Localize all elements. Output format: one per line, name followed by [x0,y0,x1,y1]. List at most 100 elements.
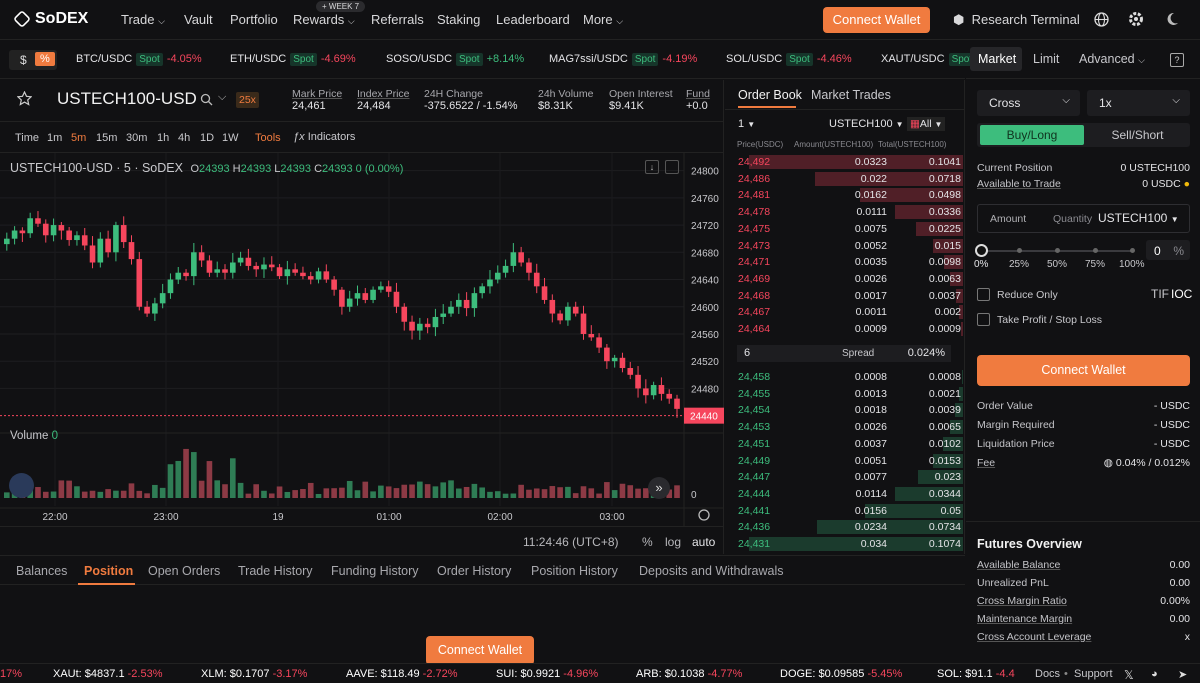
help-icon[interactable]: ? [1170,53,1184,67]
orderbook-row[interactable]: 24,453 0.0026 0.0065 [737,419,963,435]
price-chart[interactable]: 24800 24760 24720 24680 24640 24600 24560 24520… [0,153,724,554]
orderbook-row[interactable]: 24,447 0.0077 0.023 [737,469,963,485]
tab-limit-order[interactable]: Limit [1033,52,1059,66]
ticker-item[interactable]: MAG7ssi/USDC Spot -4.19% [549,53,697,66]
ticker-item[interactable]: XAUT/USDC Spot [881,53,979,66]
search-icon[interactable] [200,93,213,106]
percent-toggle[interactable]: % [35,52,55,66]
interval-1d[interactable]: 1D [200,132,214,144]
nav-more[interactable]: More ⌵ [583,12,623,27]
dollar-toggle[interactable]: $ [20,53,27,67]
bottom-ticker-item[interactable]: XAUt: $4837.1 -2.53% [53,668,162,680]
connect-wallet-button[interactable]: Connect Wallet [823,7,930,33]
discord-icon[interactable]: ◕ [1151,668,1158,680]
percent-scale-toggle[interactable]: % [642,535,653,549]
bottom-ticker-item[interactable]: ARB: $0.1038 -4.77% [636,668,742,680]
nav-portfolio[interactable]: Portfolio [230,12,278,27]
orderbook-row[interactable]: 24,473 0.0052 0.015 [737,238,963,254]
orderbook-row[interactable]: 24,458 0.0008 0.0008 [737,369,963,385]
interval-15m[interactable]: 15m [96,132,117,144]
nav-leaderboard[interactable]: Leaderboard [496,12,570,27]
ticker-item[interactable]: SOSO/USDC Spot +8.14% [386,53,524,66]
orderbook-row[interactable]: 24,486 0.022 0.0718 [737,171,963,187]
arrow-down-icon[interactable]: ↓ [645,160,659,174]
sell-short-button[interactable]: Sell/Short [1087,125,1188,145]
scroll-right-icon[interactable]: » [648,477,670,499]
mark-25[interactable]: 25% [1009,259,1029,270]
orderbook-row[interactable]: 24,436 0.0234 0.0734 [737,519,963,535]
x-twitter-icon[interactable]: 𝕏 [1124,668,1134,682]
trade-connect-wallet-button[interactable]: Connect Wallet [977,355,1190,386]
ticker-item[interactable]: ETH/USDC Spot -4.69% [230,53,356,66]
orderbook-row[interactable]: 24,475 0.0075 0.0225 [737,221,963,237]
mark-50[interactable]: 50% [1047,259,1067,270]
percent-input[interactable]: 0% [1146,240,1190,260]
sodex-logo[interactable]: SoDEX [12,9,88,29]
orderbook-row[interactable]: 24,444 0.0114 0.0344 [737,486,963,502]
research-terminal-link[interactable]: ⬢ Research Terminal [953,12,1080,28]
nav-staking[interactable]: Staking [437,12,480,27]
tpsl-checkbox[interactable] [977,313,990,326]
log-scale-toggle[interactable]: log [665,535,681,549]
bottom-ticker-item[interactable]: AAVE: $118.49 -2.72% [346,668,458,680]
orderbook-row[interactable]: 24,441 0.0156 0.05 [737,503,963,519]
bottom-ticker-item[interactable]: SOL: $91.1 -4.4 [937,668,1015,680]
tab-market-order[interactable]: Market [978,52,1016,66]
interval-4h[interactable]: 4h [178,132,190,144]
nav-referrals[interactable]: Referrals [371,12,424,27]
slider-handle[interactable] [975,244,988,257]
orderbook-row[interactable]: 24,464 0.0009 0.0009 [737,321,963,337]
interval-1h[interactable]: 1h [157,132,169,144]
positions-connect-wallet-button[interactable]: Connect Wallet [426,636,534,665]
ticker-item[interactable]: SOL/USDC Spot -4.46% [726,53,852,66]
bottom-ticker-item[interactable]: SUI: $0.9921 -4.96% [496,668,598,680]
interval-1m[interactable]: 1m [47,132,62,144]
filter-all-select[interactable]: ▦All ▼ [907,117,946,131]
globe-icon[interactable] [1094,12,1109,27]
docs-link[interactable]: Docs [1035,668,1060,680]
nav-rewards[interactable]: Rewards ⌵ [293,12,355,27]
orderbook-row[interactable]: 24,492 0.0323 0.1041 [737,154,963,170]
quote-toggle[interactable]: $ % [9,50,57,70]
orderbook-row[interactable]: 24,449 0.0051 0.0153 [737,453,963,469]
bottom-ticker-item[interactable]: XLM: $0.1707 -3.17% [201,668,307,680]
orderbook-row[interactable]: 24,481 0.0162 0.0498 [737,187,963,203]
tab-position-history[interactable]: Position History [531,564,618,578]
tif-select[interactable]: IOC [1171,287,1192,301]
interval-30m[interactable]: 30m [126,132,147,144]
orderbook-row[interactable]: 24,454 0.0018 0.0039 [737,402,963,418]
tab-order-history[interactable]: Order History [437,564,511,578]
leverage-badge[interactable]: 25x [236,92,259,108]
interval-1w[interactable]: 1W [222,132,239,144]
amount-input[interactable]: Amount Quantity USTECH100 ▼ [977,204,1190,233]
time-label[interactable]: Time [15,132,39,144]
orderbook-row[interactable]: 24,469 0.0026 0.0063 [737,271,963,287]
tab-trade-history[interactable]: Trade History [238,564,313,578]
margin-mode-select[interactable]: Cross ⌵ [977,90,1080,116]
tools-button[interactable]: Tools [255,132,281,144]
tab-market-trades[interactable]: Market Trades [811,88,891,102]
orderbook-symbol-select[interactable]: USTECH100 ▼ [829,118,904,130]
bottom-ticker-item[interactable]: DOGE: $0.09585 -5.45% [780,668,902,680]
nav-trade[interactable]: Trade ⌵ [121,12,165,27]
reduce-only-checkbox[interactable] [977,288,990,301]
mark-75[interactable]: 75% [1085,259,1105,270]
tab-deposits-withdrawals[interactable]: Deposits and Withdrawals [639,564,784,578]
indicators-button[interactable]: ƒx Indicators [293,131,355,143]
auto-scale-toggle[interactable]: auto [692,535,715,549]
star-icon[interactable] [17,91,32,106]
cloud-logo-icon[interactable] [9,473,34,498]
gear-icon[interactable] [1128,11,1144,27]
mark-0[interactable]: 0% [974,259,988,270]
tab-funding-history[interactable]: Funding History [331,564,419,578]
symbol-title[interactable]: USTECH100-USD [57,89,197,109]
fullscreen-icon[interactable] [665,160,679,174]
orderbook-row[interactable]: 24,451 0.0037 0.0102 [737,436,963,452]
telegram-icon[interactable]: ➤ [1178,668,1187,681]
depth-select[interactable]: 1 ▼ [738,118,755,130]
orderbook-row[interactable]: 24,431 0.034 0.1074 [737,536,963,552]
orderbook-row[interactable]: 24,467 0.0011 0.002 [737,304,963,320]
mark-100[interactable]: 100% [1119,259,1145,270]
tab-open-orders[interactable]: Open Orders [148,564,220,578]
tab-balances[interactable]: Balances [16,564,67,578]
